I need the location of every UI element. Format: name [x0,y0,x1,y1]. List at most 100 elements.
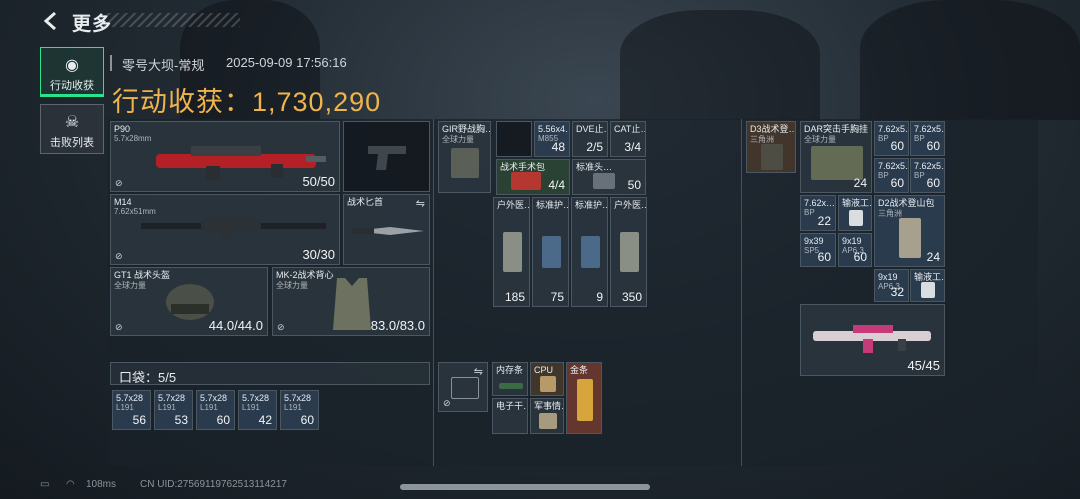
armor-image [333,278,371,330]
item-count: 60 [300,413,314,427]
item-count: 56 [132,413,146,427]
item-count: 53 [174,413,188,427]
item-count: 75 [550,290,564,304]
medkit-image [503,232,522,272]
item-name: 7.62x5… [878,161,908,171]
primary-weapon-slot[interactable]: P90 5.7x28mm ⊘ 50/50 [110,121,340,192]
pistol-slot[interactable] [343,121,430,192]
armor-slot[interactable]: MK-2战术背心 全球力量 ⊘ 83.0/83.0 [272,267,430,336]
bp-item[interactable]: 输液工… [838,195,872,231]
swap-icon[interactable]: ⇋ [416,197,425,210]
tab-kills-label: 击败列表 [50,137,94,149]
bg-tree [620,10,820,120]
item-name: 5.7x28 [284,393,312,403]
rig-item[interactable]: DVE止… 2/5 [572,121,608,157]
safe-item[interactable]: 电子干… [492,398,528,434]
secondary-weapon-slot[interactable]: M14 7.62x51mm ⊘ 30/30 [110,194,340,265]
pocket-item[interactable]: 5.7x28 L191 60 [196,390,235,430]
helmet-slot[interactable]: GT1 战术头盔 全球力量 ⊘ 44.0/44.0 [110,267,268,336]
pocket-item[interactable]: 5.7x28 L191 53 [154,390,193,430]
item-brand: 三角洲 [878,209,902,218]
uid-text: CN UID:2756911976251311421​7 [140,479,287,490]
item-name: 9x19 [878,272,898,282]
armor-plate-image [581,236,600,268]
pocket-item[interactable]: 5.7x28 L191 56 [112,390,151,430]
skull-icon: ☠ [64,114,80,131]
safe-item[interactable]: 金条 [566,362,602,434]
item-count: 60 [926,176,940,190]
tab-loot[interactable]: ◉ 行动收获 [40,47,104,97]
armor-plate-image [542,236,561,268]
rig-item[interactable]: 标准护… 75 [532,197,569,307]
rig-item[interactable]: 户外医… 185 [493,197,530,307]
rig-item[interactable]: CAT止… 3/4 [610,121,646,157]
raid-datetime: 2025-09-09 17:56:16 [226,55,347,70]
safe-item[interactable]: CPU [530,362,564,396]
item-count: 60 [216,413,230,427]
bp-weapon-item[interactable]: 45/45 [800,304,945,376]
item-name: 标准护… [536,200,569,210]
item-sub: L191 [242,403,260,412]
tab-kills[interactable]: ☠ 击败列表 [40,104,104,154]
item-name: D2战术登山包 [878,198,935,208]
harvest-label: 行动收获： [112,87,252,117]
lock-icon: ⊘ [115,251,123,261]
home-indicator[interactable] [400,484,650,490]
backpack-slot[interactable]: D3战术登… 三角洲 [746,121,796,173]
rig-item[interactable]: 户外医… 350 [610,197,647,307]
helmet-name: GT1 战术头盔 [114,270,171,280]
item-sub: L191 [284,403,302,412]
item-count: 24 [853,176,867,190]
back-arrow-icon[interactable] [40,10,62,32]
melee-name: 战术匕首 [347,197,384,207]
rig-item[interactable]: 标准护… 9 [571,197,608,307]
bp-item[interactable]: 7.62x5… BP 60 [874,121,909,156]
safe-item[interactable]: 内存条 [492,362,528,396]
rig-empty-slot [496,121,532,157]
item-sub: BP [878,134,889,143]
rig-item[interactable]: 战术手术包 4/4 [496,159,570,195]
item-name: 7.62x… [804,198,836,208]
bp-item[interactable]: 9x19 AP6.3 32 [874,269,909,302]
rig-item[interactable]: 标准头… 50 [572,159,646,195]
item-name: CPU [534,365,554,375]
bp-item[interactable]: 9x19 AP6.3 60 [838,233,872,267]
item-sub: BP [914,171,925,180]
bp-item[interactable]: 7.62x… BP 22 [800,195,836,231]
knife-image [352,227,424,235]
item-name: 户外医… [614,200,647,210]
pocket-item[interactable]: 5.7x28 L191 42 [238,390,277,430]
bp-item[interactable]: 9x39 SP5 60 [800,233,836,267]
item-name: 9x19 [842,236,862,246]
helmet-durability: 44.0/44.0 [208,318,263,333]
chest-rig-slot[interactable]: GIR野战胸… 全球力量 [438,121,491,193]
weapon-ammo: 30/30 [302,247,335,262]
bp-item[interactable]: DAR突击手胸挂 全球力量 24 [800,121,872,193]
item-name: 7.62x5… [878,124,908,134]
item-count: 32 [890,285,904,299]
melee-slot[interactable]: 战术匕首 ⇋ [343,194,430,265]
backpack-image [761,144,783,170]
rig-item[interactable]: 5.56x4… M855 48 [534,121,570,157]
item-count: 9 [596,290,603,304]
column-divider [741,119,742,466]
item-count: 22 [817,214,831,228]
item-sub: BP [878,171,889,180]
item-count: 60 [890,176,904,190]
lock-icon: ⊘ [115,322,123,332]
ram-image [499,383,523,389]
safe-item[interactable]: 军事情… [530,398,564,434]
bp-item[interactable]: 7.62x5… BP 60 [874,158,909,193]
rifle-image [813,325,931,353]
bp-item[interactable]: 7.62x5… BP 60 [910,121,945,156]
pockets-header: 口袋：5/5 [110,362,430,385]
title-decoration [100,13,240,27]
item-count: 60 [853,250,867,264]
bp-item[interactable]: 输液工… [910,269,945,302]
safe-box-slot[interactable]: ⇋ ⊘ [438,362,488,412]
bp-item[interactable]: 7.62x5… BP 60 [910,158,945,193]
item-count: 60 [890,139,904,153]
bp-item[interactable]: D2战术登山包 三角洲 24 [874,195,945,267]
pocket-item[interactable]: 5.7x28 L191 60 [280,390,319,430]
item-name: 5.7x28 [158,393,186,403]
